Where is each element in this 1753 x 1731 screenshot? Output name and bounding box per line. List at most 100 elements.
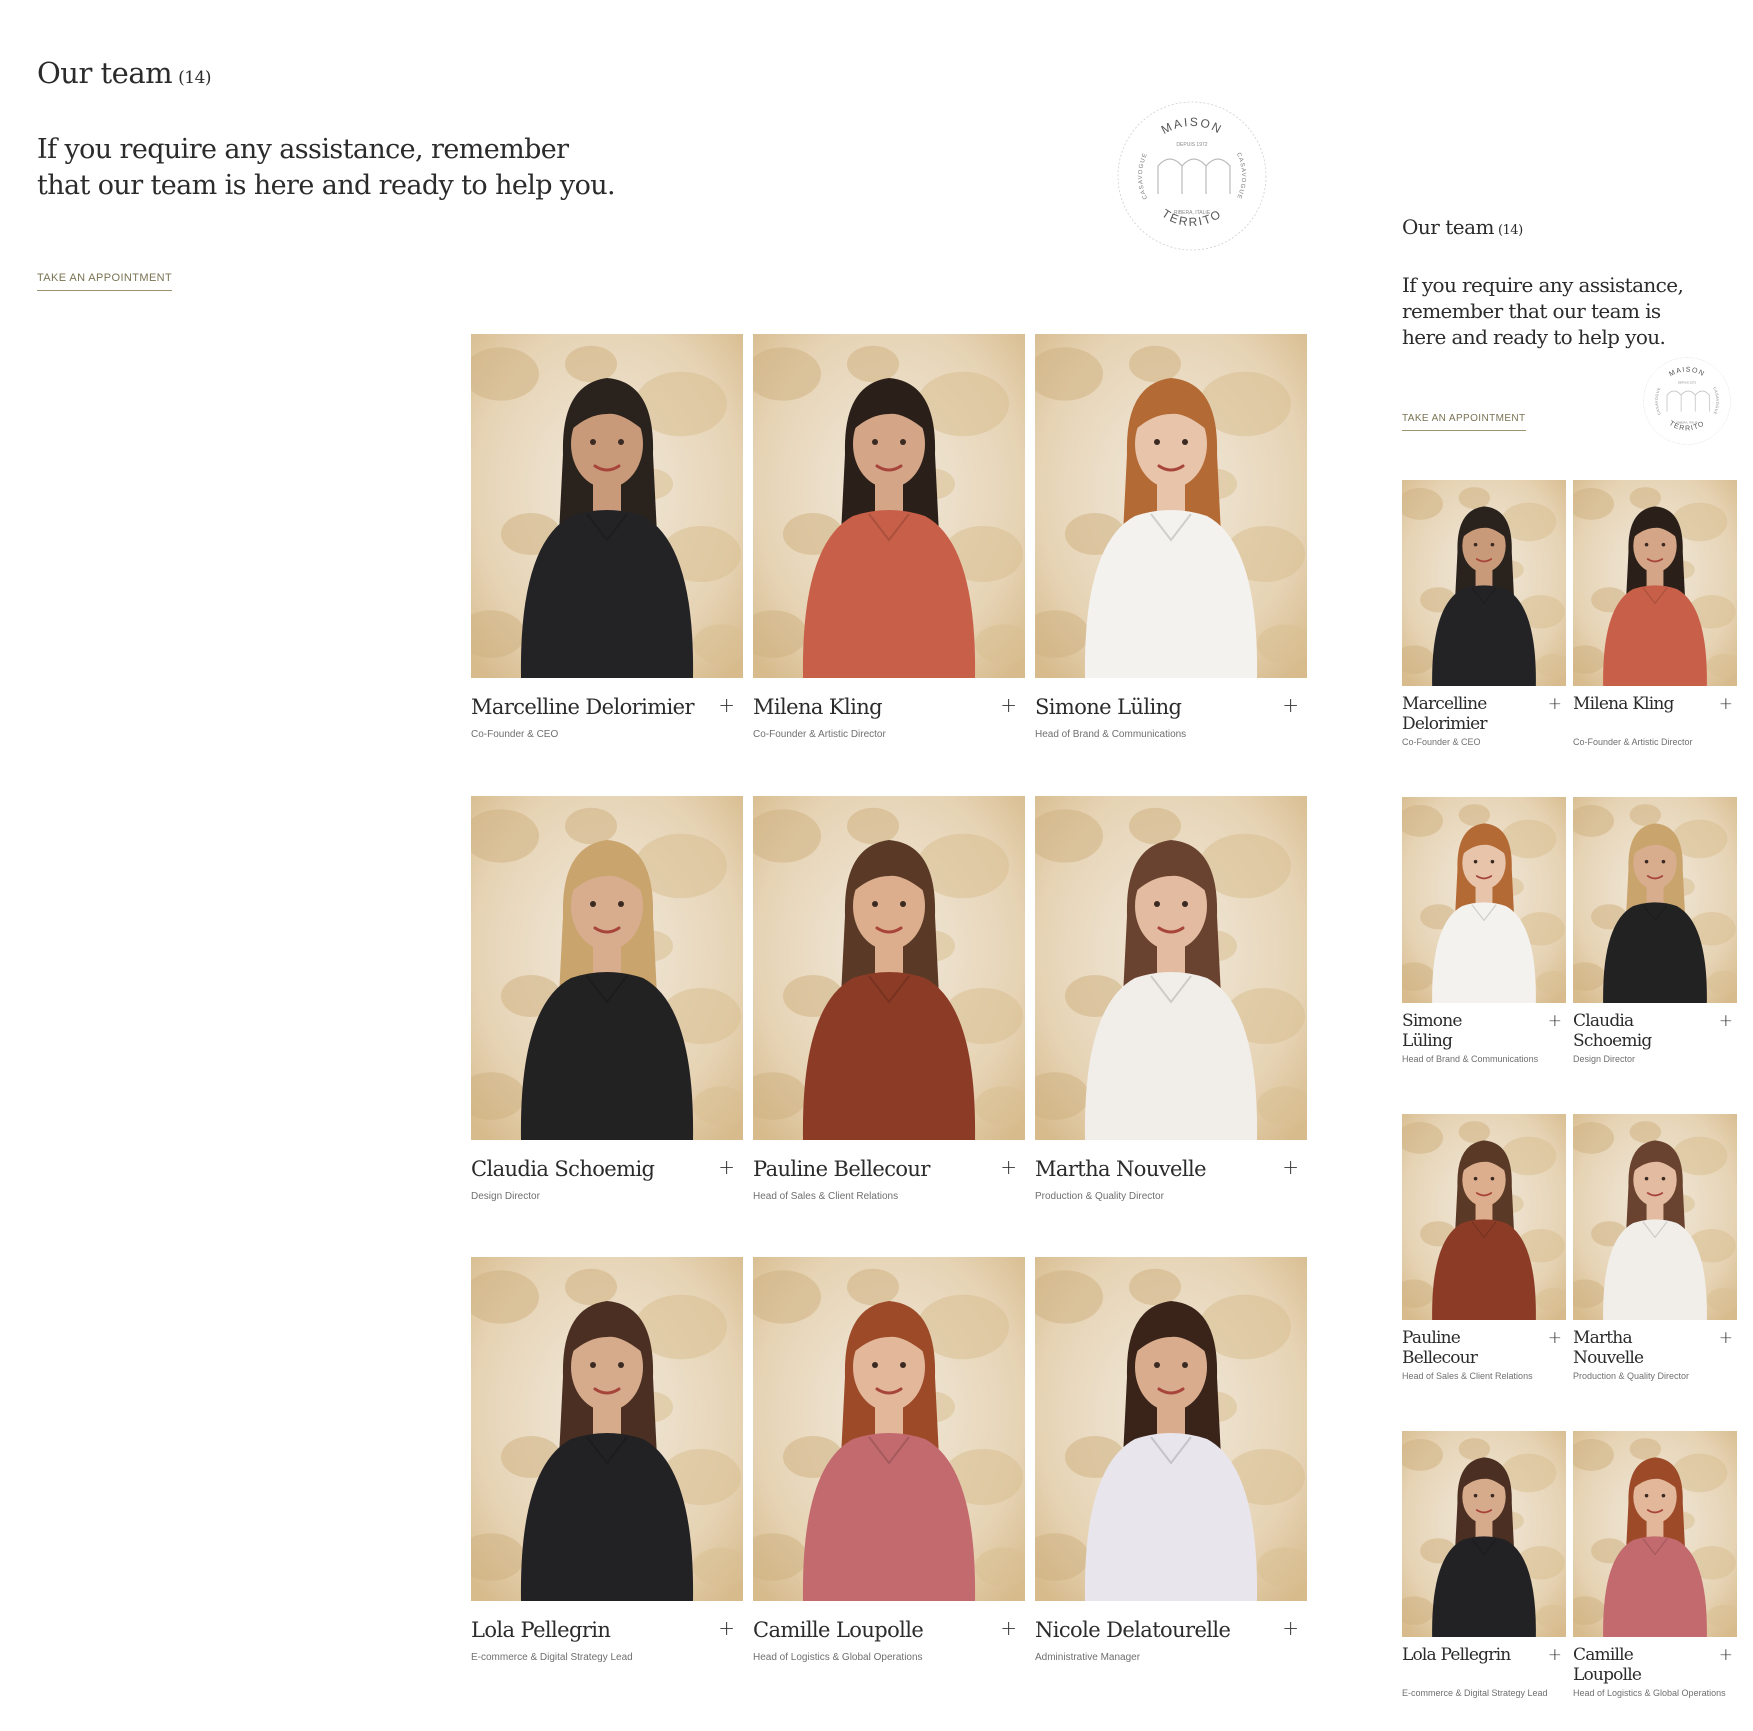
member-name: Marcelline Delorimier (471, 695, 695, 719)
title-text: Our team (37, 56, 173, 90)
member-role: Head of Brand & Communications (1035, 729, 1187, 740)
expand-plus-icon[interactable]: + (1282, 1157, 1299, 1177)
team-card[interactable]: Nicole Delatourelle Administrative Manage… (1035, 1257, 1307, 1677)
member-role: Co-Founder & CEO (1402, 737, 1481, 747)
expand-plus-icon[interactable]: + (1000, 1157, 1017, 1177)
mobile-intro-text: If you require any assistance, remember … (1402, 273, 1684, 349)
mobile-team-card[interactable]: Camille Loupolle Head of Logistics & Glob… (1573, 1431, 1737, 1731)
expand-plus-icon[interactable]: + (1548, 1647, 1562, 1664)
portrait-photo (471, 1257, 743, 1601)
expand-plus-icon[interactable]: + (1548, 1330, 1562, 1347)
member-name: Pauline Bellecour (1402, 1328, 1478, 1368)
member-name: Lola Pellegrin (1402, 1645, 1511, 1665)
portrait-photo (1402, 797, 1566, 1003)
portrait-photo (471, 796, 743, 1140)
expand-plus-icon[interactable]: + (1719, 1013, 1733, 1030)
expand-plus-icon[interactable]: + (1282, 1618, 1299, 1638)
portrait-photo (1035, 796, 1307, 1140)
mobile-take-appointment-link[interactable]: TAKE AN APPOINTMENT (1402, 413, 1526, 431)
svg-text:DEPUIS 1972: DEPUIS 1972 (1678, 380, 1697, 384)
member-role: Co-Founder & CEO (471, 729, 559, 740)
mobile-team-card[interactable]: Marcelline Delorimier Co-Founder & CEO + (1402, 480, 1566, 780)
member-role: Design Director (1573, 1054, 1636, 1064)
portrait-photo (1573, 1431, 1737, 1637)
page-title: Our team (14) (37, 56, 212, 90)
portrait-photo (1402, 1431, 1566, 1637)
portrait-photo (1402, 1114, 1566, 1320)
member-role: Production & Quality Director (1035, 1191, 1164, 1202)
team-card[interactable]: Claudia Schoemig Design Director + (471, 796, 743, 1216)
maison-territo-seal-logo: MAISON TERRITO CASAVOGUE CASAVOGUE DEPUI… (1112, 96, 1272, 256)
portrait-photo (471, 334, 743, 678)
portrait-photo (1035, 1257, 1307, 1601)
intro-text: If you require any assistance, remember … (37, 134, 616, 201)
expand-plus-icon[interactable]: + (718, 1618, 735, 1638)
svg-text:CASAVOGUE: CASAVOGUE (1655, 387, 1662, 416)
mobile-team-card[interactable]: Pauline Bellecour Head of Sales & Client … (1402, 1114, 1566, 1414)
team-card[interactable]: Simone Lüling Head of Brand & Communicati… (1035, 334, 1307, 754)
expand-plus-icon[interactable]: + (1548, 1013, 1562, 1030)
member-name: Nicole Delatourelle (1035, 1618, 1231, 1642)
svg-text:MAISON: MAISON (1668, 367, 1706, 379)
team-card[interactable]: Camille Loupolle Head of Logistics & Glob… (753, 1257, 1025, 1677)
expand-plus-icon[interactable]: + (1719, 1647, 1733, 1664)
mobile-team-card[interactable]: Lola Pellegrin E-commerce & Digital Strat… (1402, 1431, 1566, 1731)
portrait-photo (1402, 480, 1566, 686)
member-name: Claudia Schoemig (1573, 1011, 1652, 1051)
portrait-photo (1573, 1114, 1737, 1320)
svg-text:MAISON: MAISON (1159, 115, 1225, 137)
expand-plus-icon[interactable]: + (718, 695, 735, 715)
member-role: Head of Sales & Client Relations (1402, 1371, 1533, 1381)
svg-text:DEPUIS 1972: DEPUIS 1972 (1176, 142, 1207, 148)
member-role: Head of Sales & Client Relations (753, 1191, 899, 1202)
expand-plus-icon[interactable]: + (1000, 695, 1017, 715)
team-card[interactable]: Lola Pellegrin E-commerce & Digital Strat… (471, 1257, 743, 1677)
portrait-photo (1573, 797, 1737, 1003)
member-role: Co-Founder & Artistic Director (753, 729, 886, 740)
expand-plus-icon[interactable]: + (1000, 1618, 1017, 1638)
team-card[interactable]: Pauline Bellecour Head of Sales & Client … (753, 796, 1025, 1216)
portrait-photo (753, 334, 1025, 678)
team-card[interactable]: Milena Kling Co-Founder & Artistic Direct… (753, 334, 1025, 754)
member-name: Martha Nouvelle (1035, 1157, 1207, 1181)
member-name: Camille Loupolle (1573, 1645, 1642, 1685)
expand-plus-icon[interactable]: + (1719, 1330, 1733, 1347)
mobile-team-card[interactable]: Claudia Schoemig Design Director + (1573, 797, 1737, 1097)
expand-plus-icon[interactable]: + (718, 1157, 735, 1177)
team-count: (14) (178, 68, 212, 88)
svg-text:RIBERA, ITALIE: RIBERA, ITALIE (1174, 210, 1211, 216)
member-name: Camille Loupolle (753, 1618, 924, 1642)
member-role: E-commerce & Digital Strategy Lead (471, 1652, 633, 1663)
svg-text:CASAVOGUE: CASAVOGUE (1235, 152, 1246, 200)
member-name: Simone Lüling (1035, 695, 1182, 719)
portrait-photo (1035, 334, 1307, 678)
member-role: Administrative Manager (1035, 1652, 1141, 1663)
member-name: Marcelline Delorimier (1402, 694, 1487, 734)
mobile-team-card[interactable]: Milena Kling Co-Founder & Artistic Direct… (1573, 480, 1737, 780)
member-role: E-commerce & Digital Strategy Lead (1402, 1688, 1548, 1698)
member-role: Co-Founder & Artistic Director (1573, 737, 1693, 747)
expand-plus-icon[interactable]: + (1282, 695, 1299, 715)
expand-plus-icon[interactable]: + (1548, 696, 1562, 713)
portrait-photo (753, 796, 1025, 1140)
member-name: Martha Nouvelle (1573, 1328, 1644, 1368)
mobile-team-count: (14) (1497, 223, 1523, 238)
svg-text:RIBERA, ITALIE: RIBERA, ITALIE (1676, 420, 1697, 424)
member-role: Head of Logistics & Global Operations (753, 1652, 923, 1663)
member-name: Simone Lüling (1402, 1011, 1462, 1051)
team-card[interactable]: Marcelline Delorimier Co-Founder & CEO + (471, 334, 743, 754)
member-role: Head of Logistics & Global Operations (1573, 1688, 1726, 1698)
team-card[interactable]: Martha Nouvelle Production & Quality Dire… (1035, 796, 1307, 1216)
member-name: Claudia Schoemig (471, 1157, 655, 1181)
member-name: Milena Kling (753, 695, 883, 719)
svg-text:CASAVOGUE: CASAVOGUE (1712, 387, 1719, 416)
mobile-team-card[interactable]: Simone Lüling Head of Brand & Communicati… (1402, 797, 1566, 1097)
mobile-team-card[interactable]: Martha Nouvelle Production & Quality Dire… (1573, 1114, 1737, 1414)
member-name: Milena Kling (1573, 694, 1674, 714)
mobile-maison-territo-seal-logo: MAISON TERRITO CASAVOGUE CASAVOGUE DEPUI… (1640, 354, 1734, 448)
member-name: Pauline Bellecour (753, 1157, 930, 1181)
portrait-photo (1573, 480, 1737, 686)
member-role: Production & Quality Director (1573, 1371, 1690, 1381)
take-appointment-link[interactable]: TAKE AN APPOINTMENT (37, 272, 173, 291)
expand-plus-icon[interactable]: + (1719, 696, 1733, 713)
